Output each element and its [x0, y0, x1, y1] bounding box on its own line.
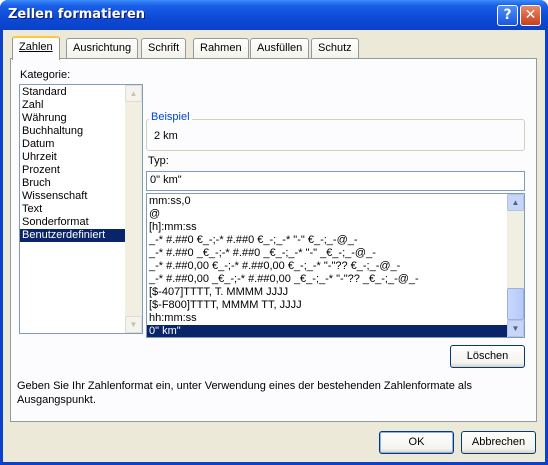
- typ-scrollbar[interactable]: ▲ ▼: [507, 194, 524, 337]
- loeschen-button[interactable]: Löschen: [450, 345, 525, 368]
- typ-format-item[interactable]: @: [147, 208, 524, 221]
- tab-label: Zahlen: [19, 41, 53, 53]
- tab-ausrichtung[interactable]: Ausrichtung: [66, 38, 139, 58]
- tab-schrift[interactable]: Schrift: [141, 38, 187, 58]
- typ-format-item[interactable]: _-* #.##0,00 €_-;-* #.##0,00 €_-;_-* "-"…: [147, 260, 524, 273]
- scroll-down-icon[interactable]: ▼: [507, 320, 524, 337]
- scroll-down-icon[interactable]: ▼: [125, 316, 142, 333]
- cancel-button[interactable]: Abbrechen: [461, 431, 536, 454]
- tab-label: Ausrichtung: [73, 42, 132, 54]
- scroll-up-icon[interactable]: ▲: [507, 194, 524, 211]
- tab-zahlen[interactable]: Zahlen: [12, 36, 60, 60]
- tab-rahmen[interactable]: Rahmen: [193, 38, 249, 58]
- tab-label: Schutz: [318, 42, 352, 54]
- scroll-up-icon[interactable]: ▲: [125, 85, 142, 102]
- kategorie-item[interactable]: Bruch: [20, 177, 142, 190]
- kategorie-item[interactable]: Benutzerdefiniert: [20, 229, 142, 242]
- scroll-thumb[interactable]: [507, 288, 524, 320]
- kategorie-item[interactable]: Text: [20, 203, 142, 216]
- tab-label: Rahmen: [200, 42, 242, 54]
- kategorie-item[interactable]: Zahl: [20, 99, 142, 112]
- tab-label: Schrift: [148, 42, 180, 54]
- dialog-window: Zellen formatieren ? ✕ Zahlen Ausrichtun…: [0, 0, 548, 465]
- typ-format-listbox[interactable]: mm:ss,0 @ [h]:mm:ss _-* #.##0 €_-;-* #.##0 …: [146, 193, 525, 338]
- kategorie-scrollbar[interactable]: ▲ ▼: [125, 85, 142, 333]
- dialog-body: Zahlen Ausrichtung Schrift Rahmen Ausfül…: [3, 30, 545, 462]
- typ-input[interactable]: 0" km": [146, 171, 525, 191]
- tab-panel-zahlen: Kategorie: Standard Zahl Währung Buchhaltun…: [10, 58, 537, 422]
- kategorie-item[interactable]: Standard: [20, 86, 142, 99]
- typ-format-item[interactable]: [$-407]TTTT, T. MMMM JJJJ: [147, 286, 524, 299]
- beispiel-label: Beispiel: [149, 111, 192, 123]
- tab-ausfuellen[interactable]: Ausfüllen: [250, 38, 310, 58]
- kategorie-listbox[interactable]: Standard Zahl Währung Buchhaltung Datum Uhrze…: [19, 84, 143, 334]
- typ-format-item[interactable]: mm:ss,0: [147, 195, 524, 208]
- kategorie-item[interactable]: Wissenschaft: [20, 190, 142, 203]
- kategorie-item[interactable]: Prozent: [20, 164, 142, 177]
- typ-label: Typ:: [148, 155, 169, 167]
- help-button[interactable]: ?: [497, 5, 518, 26]
- close-button[interactable]: ✕: [520, 5, 541, 26]
- ok-button[interactable]: OK: [379, 431, 454, 454]
- typ-format-item[interactable]: _-* #.##0 €_-;-* #.##0 €_-;_-* "-" €_-;_…: [147, 234, 524, 247]
- tab-label: Ausfüllen: [257, 42, 303, 54]
- typ-format-item[interactable]: _-* #.##0 _€_-;-* #.##0 _€_-;_-* "-" _€_…: [147, 247, 524, 260]
- typ-format-items: mm:ss,0 @ [h]:mm:ss _-* #.##0 €_-;-* #.##0 …: [147, 195, 524, 337]
- typ-format-item[interactable]: [$-F800]TTTT, MMMM TT, JJJJ: [147, 299, 524, 312]
- kategorie-item[interactable]: Uhrzeit: [20, 151, 142, 164]
- title-bar[interactable]: Zellen formatieren ? ✕: [0, 0, 548, 30]
- kategorie-item[interactable]: Datum: [20, 138, 142, 151]
- typ-format-item[interactable]: 0" km": [147, 325, 524, 337]
- kategorie-label: Kategorie:: [20, 69, 71, 81]
- kategorie-item[interactable]: Währung: [20, 112, 142, 125]
- typ-format-item[interactable]: _-* #.##0,00 _€_-;-* #.##0,00 _€_-;_-* "…: [147, 273, 524, 286]
- kategorie-item[interactable]: Sonderformat: [20, 216, 142, 229]
- typ-format-item[interactable]: [h]:mm:ss: [147, 221, 524, 234]
- typ-format-item[interactable]: hh:mm:ss: [147, 312, 524, 325]
- beispiel-value: 2 km: [154, 130, 178, 142]
- beispiel-group: 2 km: [146, 119, 525, 151]
- hint-text: Geben Sie Ihr Zahlenformat ein, unter Ve…: [17, 380, 472, 406]
- kategorie-items: Standard Zahl Währung Buchhaltung Datum Uhrze…: [20, 86, 142, 242]
- window-title: Zellen formatieren: [8, 7, 146, 22]
- kategorie-item[interactable]: Buchhaltung: [20, 125, 142, 138]
- tab-schutz[interactable]: Schutz: [311, 38, 359, 58]
